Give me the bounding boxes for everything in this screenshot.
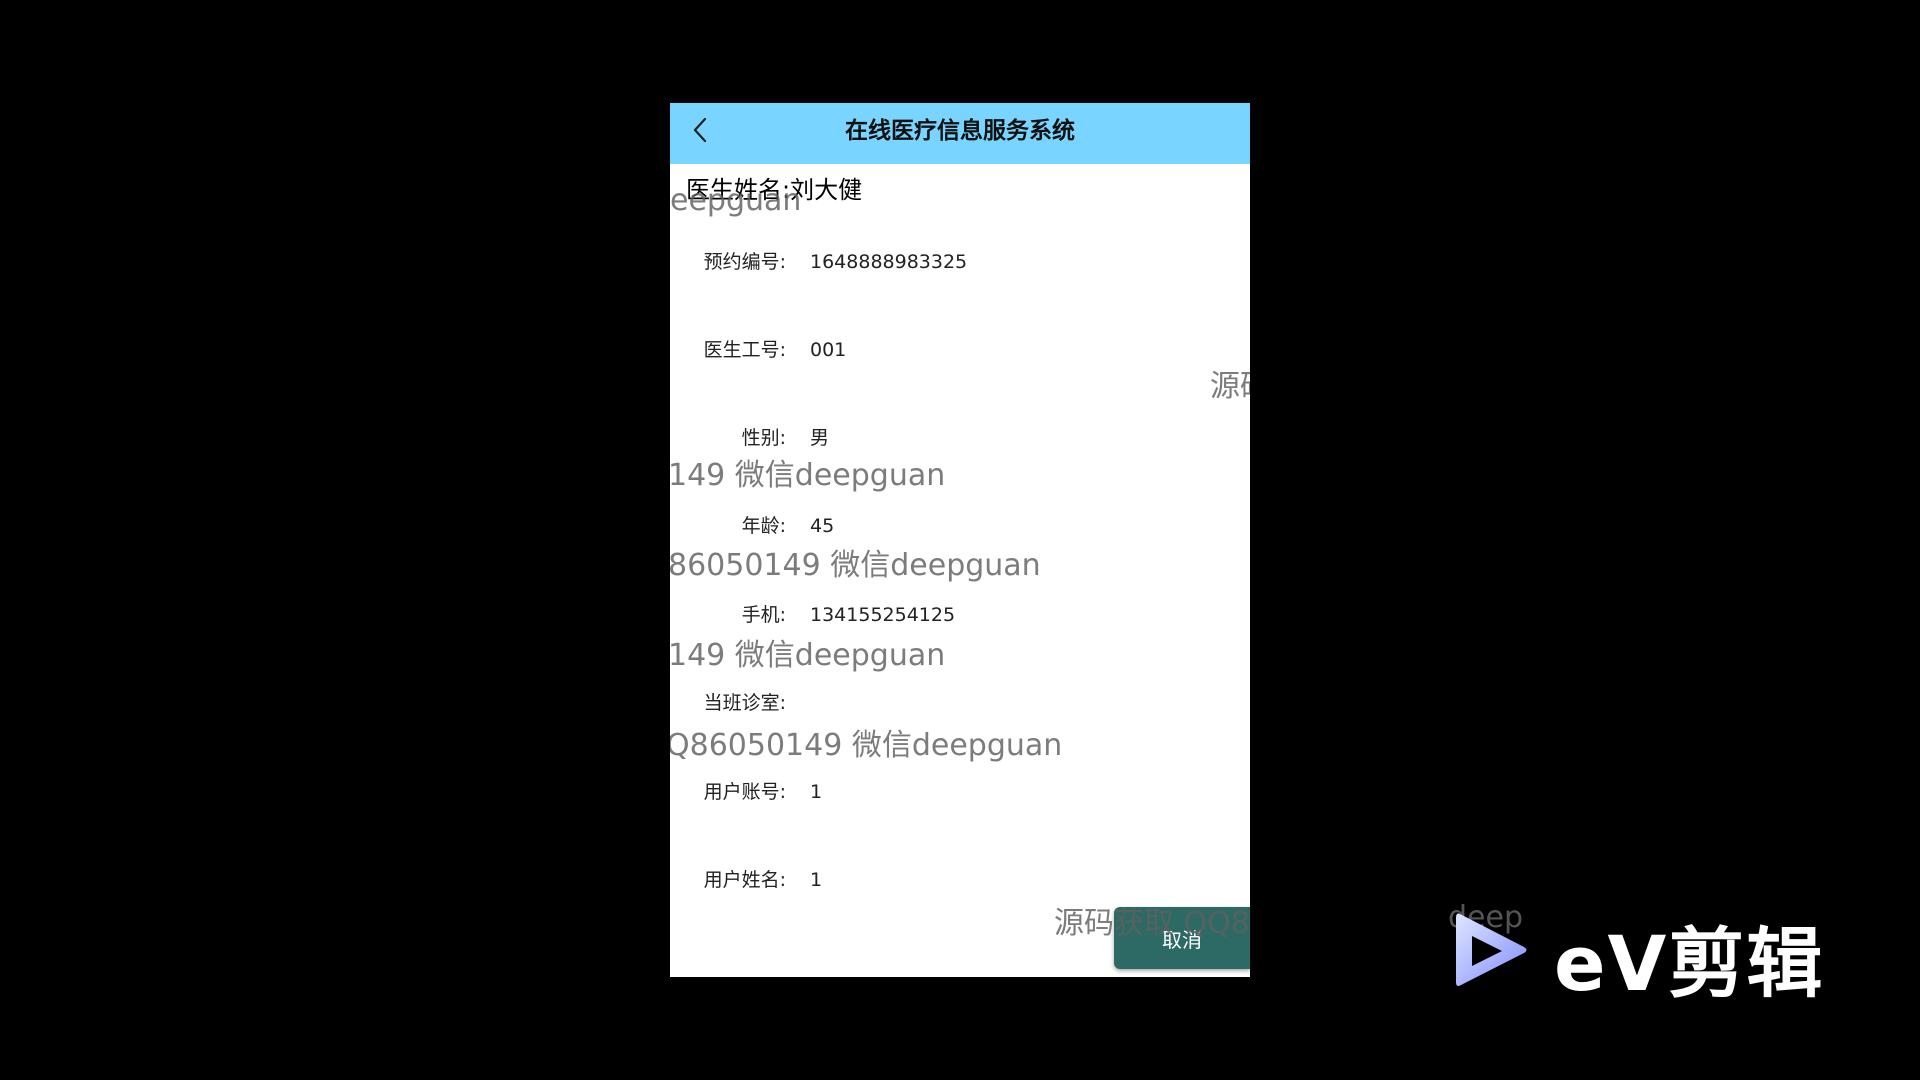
field-label: 医生工号: xyxy=(703,339,786,361)
field-row-phone: 手机: 134155254125 xyxy=(670,600,1250,630)
field-value: 男 xyxy=(810,427,830,449)
field-label: 性别: xyxy=(741,427,786,449)
field-row-gender: 性别: 男 xyxy=(670,423,1250,453)
watermark-text: 149 微信deepguan xyxy=(670,458,946,493)
doctor-name-label: 医生姓名: xyxy=(686,176,791,204)
field-value: 001 xyxy=(810,339,847,361)
field-value: 134155254125 xyxy=(810,604,956,626)
field-label: 用户姓名: xyxy=(703,869,786,891)
field-row-user-account: 用户账号: 1 xyxy=(670,777,1250,807)
play-triangle-icon xyxy=(1456,913,1527,986)
video-frame: 在线医疗信息服务系统 医生姓名:刘大健 预约编号: 1648888983325 … xyxy=(0,0,1920,1080)
field-row-age: 年龄: 45 xyxy=(670,511,1250,541)
ev-brand-text: eV剪辑 xyxy=(1554,919,1825,1008)
doctor-name-value: 刘大健 xyxy=(790,176,863,204)
field-value: 1 xyxy=(810,781,823,803)
field-row-appointment-id: 预约编号: 1648888983325 xyxy=(670,247,1250,277)
cancel-button[interactable]: 取消 xyxy=(1114,907,1250,969)
field-value: 1 xyxy=(810,869,823,891)
field-value: 45 xyxy=(810,515,835,537)
field-label: 当班诊室: xyxy=(703,692,786,714)
field-label: 用户账号: xyxy=(703,781,786,803)
field-label: 年龄: xyxy=(741,515,786,537)
mobile-screen: 在线医疗信息服务系统 医生姓名:刘大健 预约编号: 1648888983325 … xyxy=(670,103,1250,977)
field-row-doctor-id: 医生工号: 001 xyxy=(670,335,1250,365)
doctor-name-line: 医生姓名:刘大健 xyxy=(686,170,862,205)
field-row-user-name: 用户姓名: 1 xyxy=(670,865,1250,895)
watermark-text: 149 微信deepguan xyxy=(670,638,946,673)
watermark-text: 源码 xyxy=(1210,369,1250,404)
field-label: 手机: xyxy=(741,604,786,626)
app-title: 在线医疗信息服务系统 xyxy=(845,118,1075,144)
watermark-text: 86050149 微信deepguan xyxy=(670,548,1041,583)
watermark-text: Q86050149 微信deepguan xyxy=(670,728,1063,763)
field-value: 1648888983325 xyxy=(810,251,968,273)
app-header: 在线医疗信息服务系统 xyxy=(670,103,1250,164)
field-label: 预约编号: xyxy=(703,251,786,273)
field-row-clinic-room: 当班诊室: xyxy=(670,688,1250,718)
ev-editor-logo: eV剪辑 xyxy=(1450,900,1830,1008)
